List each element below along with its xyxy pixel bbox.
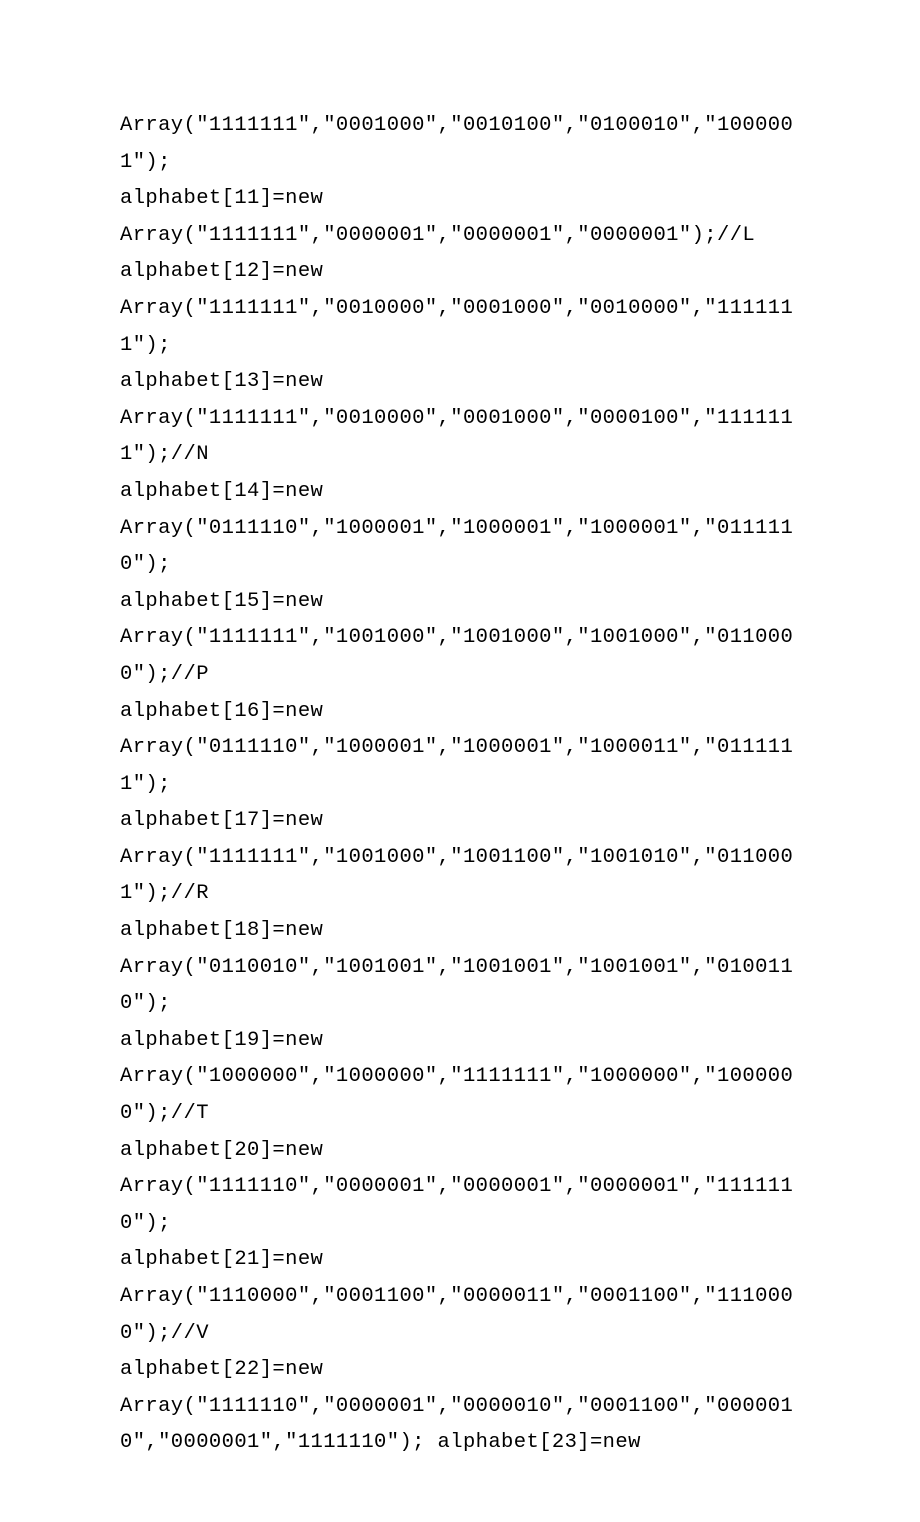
- code-listing: Array("1111111","0001000","0010100","010…: [120, 108, 805, 1462]
- document-page: Array("1111111","0001000","0010100","010…: [0, 0, 920, 1522]
